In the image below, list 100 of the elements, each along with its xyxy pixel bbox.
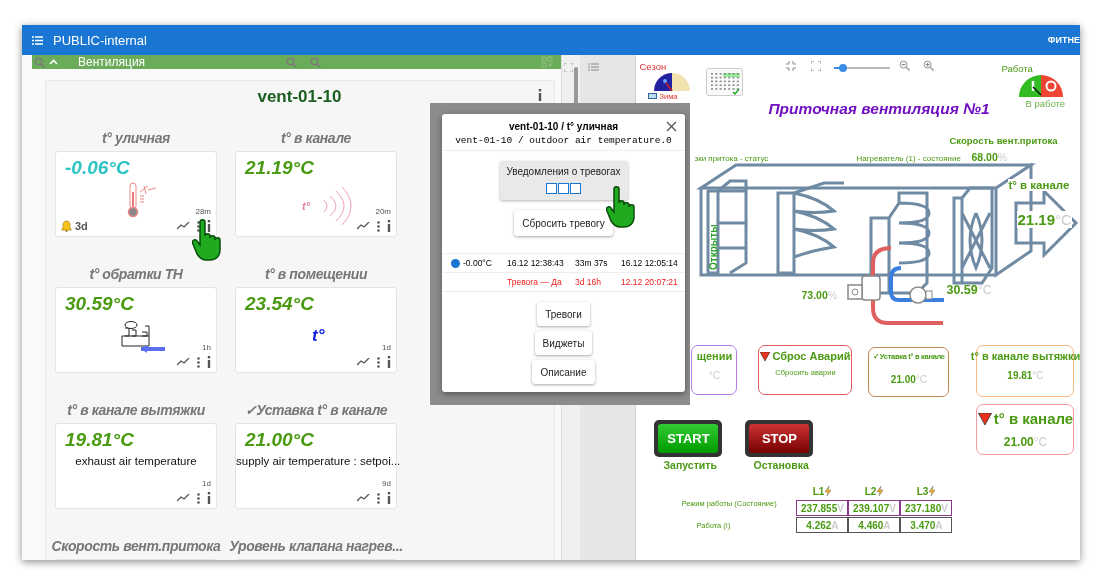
- dialog-button[interactable]: Описание: [532, 360, 595, 384]
- chart-line-icon[interactable]: [177, 358, 190, 366]
- zoom-in-icon[interactable]: [923, 60, 935, 71]
- dialog-button[interactable]: Виджеты: [534, 331, 593, 355]
- age-label: 28m: [195, 207, 211, 216]
- chevron-up-icon[interactable]: [49, 59, 58, 65]
- table-cell: -0.00°C: [463, 258, 492, 268]
- widget-title: Уровень клапана нагрев...: [228, 538, 404, 554]
- checkbox[interactable]: [570, 183, 581, 194]
- fan-speed: 68.00%: [971, 151, 1008, 163]
- app-title: PUBLIC-internal: [53, 32, 148, 48]
- info-icon[interactable]: [387, 492, 391, 504]
- table-cell-text: 33m 37s: [575, 258, 609, 268]
- table-cell: 237.180V: [900, 500, 953, 516]
- widget-value: -0.06°C: [65, 157, 130, 179]
- lightning-icon: [928, 486, 937, 496]
- start-caption: Запустить: [663, 459, 717, 471]
- card-title: t° в канале: [993, 410, 1074, 427]
- phase-header: L3: [900, 482, 953, 500]
- widget-title: t° обратки ТН: [88, 266, 184, 282]
- age-label: 1d: [382, 343, 391, 352]
- table-cell: 4.262A: [796, 517, 849, 533]
- season-dial-icon[interactable]: [653, 72, 692, 92]
- icon-label: t°: [302, 200, 311, 212]
- widget-card[interactable]: 21.00°C supply air temperature : setpoi... 9d: [235, 423, 397, 509]
- widget-description: exhaust air temperature: [74, 455, 198, 467]
- more-icon[interactable]: [377, 356, 380, 368]
- stop-caption: Остановка: [753, 459, 809, 471]
- widget-card[interactable]: 30.59°C 1h: [55, 287, 217, 373]
- table-cell: 3.470A: [900, 517, 953, 533]
- phase-header: L1: [796, 482, 849, 500]
- zoom-slider[interactable]: [834, 64, 891, 72]
- more-icon[interactable]: [377, 220, 380, 232]
- checkbox[interactable]: [558, 183, 569, 194]
- info-icon[interactable]: [207, 492, 211, 504]
- chart-line-icon[interactable]: [357, 222, 370, 230]
- outlet-label: t° в канале: [1008, 179, 1070, 191]
- table-cell: 239.107V: [848, 500, 901, 516]
- season-label: Сезон: [639, 61, 667, 72]
- info-icon[interactable]: [207, 220, 211, 232]
- dialog-button[interactable]: Тревоги: [537, 302, 590, 326]
- age-label: 1d: [202, 479, 211, 488]
- widget-card[interactable]: 23.54°C t° 1d: [235, 287, 397, 373]
- damper-status-label: зки притока - статус: [694, 154, 769, 163]
- age-label: 20m: [375, 207, 391, 216]
- chart-line-icon[interactable]: [357, 358, 370, 366]
- zoom-out-icon[interactable]: [899, 60, 911, 71]
- checkbox[interactable]: [546, 183, 557, 194]
- info-icon[interactable]: [538, 89, 542, 101]
- menu-icon[interactable]: [32, 35, 43, 45]
- temperature-symbol: t°: [312, 326, 325, 346]
- lightning-icon: [876, 486, 885, 496]
- widget-title: t° в канале: [280, 130, 352, 146]
- widget-value: 23.54°C: [245, 293, 314, 315]
- work-label: Работа: [1001, 63, 1033, 74]
- chart-line-icon[interactable]: [177, 494, 190, 502]
- alarm-age: 3d: [75, 220, 88, 232]
- group-title: Вентиляция: [78, 55, 147, 69]
- info-icon[interactable]: [207, 356, 211, 368]
- widget-title: ✓Уставка t° в канале: [243, 402, 389, 418]
- table-cell-text: Тревога — Да: [507, 277, 563, 287]
- calendar-icon[interactable]: [706, 68, 744, 96]
- user-label[interactable]: ФИТНЕ: [1047, 35, 1080, 45]
- table-cell: 4.460A: [848, 517, 901, 533]
- info-icon[interactable]: [387, 356, 391, 368]
- more-icon[interactable]: [197, 492, 200, 504]
- monitor-icon: [648, 93, 658, 100]
- stop-button[interactable]: STOP: [745, 420, 814, 457]
- widget-card[interactable]: 21.19°C t° 20m: [235, 151, 397, 237]
- close-icon[interactable]: [666, 121, 677, 132]
- valve-level: 73.00%: [801, 289, 838, 301]
- age-label: 9d: [382, 479, 391, 488]
- card-title: щении: [696, 350, 733, 362]
- card-title: t° в канале вытяжки: [970, 350, 1080, 362]
- chart-line-icon[interactable]: [357, 494, 370, 502]
- bell-icon: [61, 220, 72, 232]
- reset-alarm-button[interactable]: Сбросить тревогу: [514, 210, 613, 236]
- info-icon[interactable]: [387, 220, 391, 232]
- more-icon[interactable]: [377, 492, 380, 504]
- widget-title: t° в помещении: [263, 266, 369, 282]
- work-state: В работе: [1025, 98, 1066, 109]
- table-cell-text: 16.12 12:38:43: [507, 258, 565, 268]
- notifications-button[interactable]: Уведомления о тревогах: [499, 161, 628, 200]
- card-value: 19.81°C: [1006, 370, 1045, 381]
- on-off-dial-icon[interactable]: [1019, 75, 1064, 97]
- table-cell: 237.855V: [796, 500, 849, 516]
- widget-value: 21.19°C: [245, 157, 314, 179]
- table-cell-text: 3d 16h: [575, 277, 602, 287]
- widget-card[interactable]: 19.81°C exhaust air temperature 1d: [55, 423, 217, 509]
- table-cell-text: 16.12 12:05:14: [621, 258, 679, 268]
- more-icon[interactable]: [197, 220, 200, 232]
- heater-label: Нагреватель (1) - состояние: [856, 154, 961, 163]
- more-icon[interactable]: [197, 356, 200, 368]
- widget-title: t° в канале вытяжки: [66, 402, 206, 418]
- lightning-icon: [824, 486, 833, 496]
- factory-arrow-icon: [121, 320, 167, 354]
- table-cell-text: 12.12 20:07:21: [621, 277, 679, 287]
- chart-line-icon[interactable]: [177, 222, 190, 230]
- widget-card[interactable]: -0.06°C 28m 3d: [55, 151, 217, 237]
- card-value: 21.00°C: [889, 374, 929, 385]
